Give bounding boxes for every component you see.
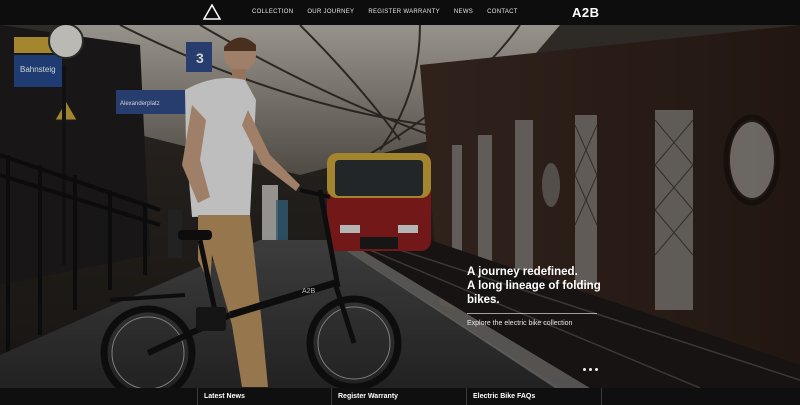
nav-contact[interactable]: CONTACT (480, 0, 525, 25)
hero-headline-1: A journey redefined. (467, 266, 578, 278)
hero-divider (467, 313, 597, 314)
nav-news[interactable]: NEWS (447, 0, 480, 25)
tab-electric-bike-faqs[interactable]: Electric Bike FAQs (467, 388, 602, 405)
main-nav: COLLECTION OUR JOURNEY REGISTER WARRANTY… (245, 0, 525, 25)
footer-tab-bar: Latest News Register Warranty Electric B… (0, 388, 800, 405)
triangle-logo-icon[interactable] (203, 4, 221, 20)
brand-logo[interactable]: A2B (572, 5, 600, 20)
nav-collection[interactable]: COLLECTION (245, 0, 300, 25)
nav-register-warranty[interactable]: REGISTER WARRANTY (361, 0, 447, 25)
hero-photo: Bahnsteig 3 Alexanderplatz A2B (0, 25, 800, 388)
hero-headline-2: A long lineage of folding (467, 280, 601, 292)
nav-our-journey[interactable]: OUR JOURNEY (300, 0, 361, 25)
tab-latest-news[interactable]: Latest News (198, 388, 332, 405)
footer-spacer-right (602, 388, 800, 405)
hero-cta-link[interactable]: Explore the electric bike collection (467, 320, 627, 327)
slide-dot-3[interactable] (595, 368, 598, 371)
tab-register-warranty[interactable]: Register Warranty (332, 388, 467, 405)
slider-dots (583, 368, 598, 371)
slide-dot-1[interactable] (583, 368, 586, 371)
hero-copy: A journey redefined. A long lineage of f… (467, 265, 627, 327)
footer-spacer (0, 388, 198, 405)
slide-dot-2[interactable] (589, 368, 592, 371)
hero-headline-3: bikes. (467, 294, 500, 306)
top-navigation-bar: COLLECTION OUR JOURNEY REGISTER WARRANTY… (0, 0, 800, 25)
hero-banner: Bahnsteig 3 Alexanderplatz A2B A journey… (0, 25, 800, 388)
